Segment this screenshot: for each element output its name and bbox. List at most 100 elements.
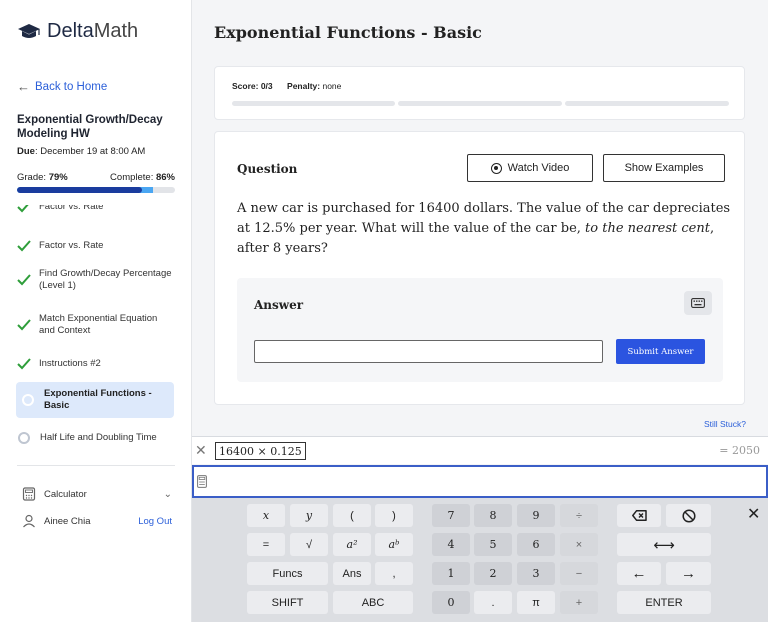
score-value: 0/3 [258,81,273,91]
keyboard-icon [691,298,705,308]
complete-label: Complete: [110,172,156,183]
key-clear[interactable] [666,504,711,527]
key-power[interactable]: aᵇ [375,533,413,556]
task-label: Find Growth/Decay Percentage (Level 1) [39,268,172,291]
arrow-left-icon: ← [631,565,647,582]
user-name: Ainee Chia [44,515,91,527]
graduation-cap-icon [18,23,40,38]
score-text: Score: 0/3 Penalty: none [232,81,341,91]
calculator-toggle[interactable]: Calculator ⌄ [22,487,172,501]
key-minus[interactable]: − [560,562,598,585]
key-left-right-arrow[interactable]: ⟷ [617,533,711,556]
key-5[interactable]: 5 [474,533,512,556]
page-title: Exponential Functions - Basic [214,23,482,42]
submit-answer-button[interactable]: Submit Answer [616,339,705,364]
checkmark-icon [17,358,31,370]
calculator-history-row: ✕ 16400 × 0.125 = 2050 [192,436,768,464]
question-card: Question Watch Video Show Examples A new… [214,131,745,405]
task-item[interactable]: Factor vs. Rate [16,205,174,214]
checkmark-icon [17,240,31,252]
close-keypad-icon[interactable]: ✕ [747,504,760,524]
task-label: Exponential Functions - Basic [44,388,152,411]
key-ans[interactable]: Ans [333,562,371,585]
show-examples-label: Show Examples [624,162,704,174]
key-9[interactable]: 9 [517,504,555,527]
back-to-home-label: Back to Home [35,80,108,93]
task-item[interactable]: Instructions #2 [16,357,174,371]
task-item[interactable]: Find Growth/Decay Percentage (Level 1) [16,268,174,292]
back-to-home-link[interactable]: ← Back to Home [17,79,107,94]
key-left-arrow[interactable]: ← [617,562,661,585]
calculator-result: = 2050 [719,444,760,457]
key-4[interactable]: 4 [432,533,470,556]
task-item[interactable]: Half Life and Doubling Time [16,432,174,444]
clear-icon [681,508,696,523]
task-label: Factor vs. Rate [39,205,104,212]
calculator-input[interactable] [192,465,768,498]
key-abc[interactable]: ABC [333,591,413,614]
key-decimal[interactable]: . [474,591,512,614]
logo-text-bold: Delta [47,20,94,42]
task-item[interactable]: Factor vs. Rate [16,239,174,253]
calculator-expression[interactable]: 16400 × 0.125 [215,442,306,460]
key-multiply[interactable]: × [560,533,598,556]
score-label: Score: [232,81,259,91]
answer-input[interactable] [254,340,603,363]
task-label: Half Life and Doubling Time [40,432,157,443]
left-right-arrow-icon: ⟷ [653,536,675,554]
key-comma[interactable]: , [375,562,413,585]
score-card: Score: 0/3 Penalty: none [214,66,745,120]
complete-value: 86% [155,172,175,183]
task-item-current[interactable]: Exponential Functions - Basic [16,382,174,418]
key-enter[interactable]: ENTER [617,591,711,614]
key-shift[interactable]: SHIFT [247,591,328,614]
arrow-right-icon: → [681,565,696,582]
deltamath-logo[interactable]: Delta Math [17,20,138,43]
incomplete-ring-icon [18,432,30,444]
progress-bar [17,187,175,193]
key-right-arrow[interactable]: → [666,562,711,585]
penalty-value: none [320,81,342,91]
user-icon [23,514,35,528]
key-2[interactable]: 2 [474,562,512,585]
key-1[interactable]: 1 [432,562,470,585]
key-sqrt[interactable]: √ [290,533,328,556]
due-label: Due [17,146,35,157]
key-funcs[interactable]: Funcs [247,562,328,585]
key-square[interactable]: a² [333,533,371,556]
show-examples-button[interactable]: Show Examples [603,154,725,182]
task-label: Match Exponential Equation and Context [39,313,158,336]
key-open-paren[interactable]: ( [333,504,371,527]
current-ring-icon [22,394,34,406]
key-6[interactable]: 6 [517,533,555,556]
keyboard-toggle-button[interactable] [684,291,712,315]
arrow-left-icon: ← [17,79,30,94]
logout-link[interactable]: Log Out [138,516,172,527]
key-8[interactable]: 8 [474,504,512,527]
key-divide[interactable]: ÷ [560,504,598,527]
still-stuck-link[interactable]: Still Stuck? [704,419,746,429]
key-equals[interactable]: = [247,533,285,556]
grade-row: Grade: 79% Complete: 86% [17,172,175,183]
key-y[interactable]: y [290,504,328,527]
grade-fill [17,187,142,193]
calculator-icon [197,475,207,488]
key-pi[interactable]: π [517,591,555,614]
answer-box: Answer Submit Answer [237,278,723,382]
key-plus[interactable]: + [560,591,598,614]
chevron-down-icon: ⌄ [163,488,172,500]
penalty-label: Penalty: [287,81,321,91]
key-0[interactable]: 0 [432,591,470,614]
key-close-paren[interactable]: ) [375,504,413,527]
close-expression-icon[interactable]: ✕ [195,442,207,459]
watch-video-button[interactable]: Watch Video [467,154,593,182]
assignment-title: Exponential Growth/Decay Modeling HW [17,114,163,140]
question-heading: Question [237,162,298,176]
key-3[interactable]: 3 [517,562,555,585]
task-item[interactable]: Match Exponential Equation and Context [16,313,174,337]
key-7[interactable]: 7 [432,504,470,527]
key-backspace[interactable] [617,504,661,527]
key-x[interactable]: x [247,504,285,527]
user-row: Ainee Chia Log Out [22,514,172,528]
grade-value: 79% [48,172,68,183]
